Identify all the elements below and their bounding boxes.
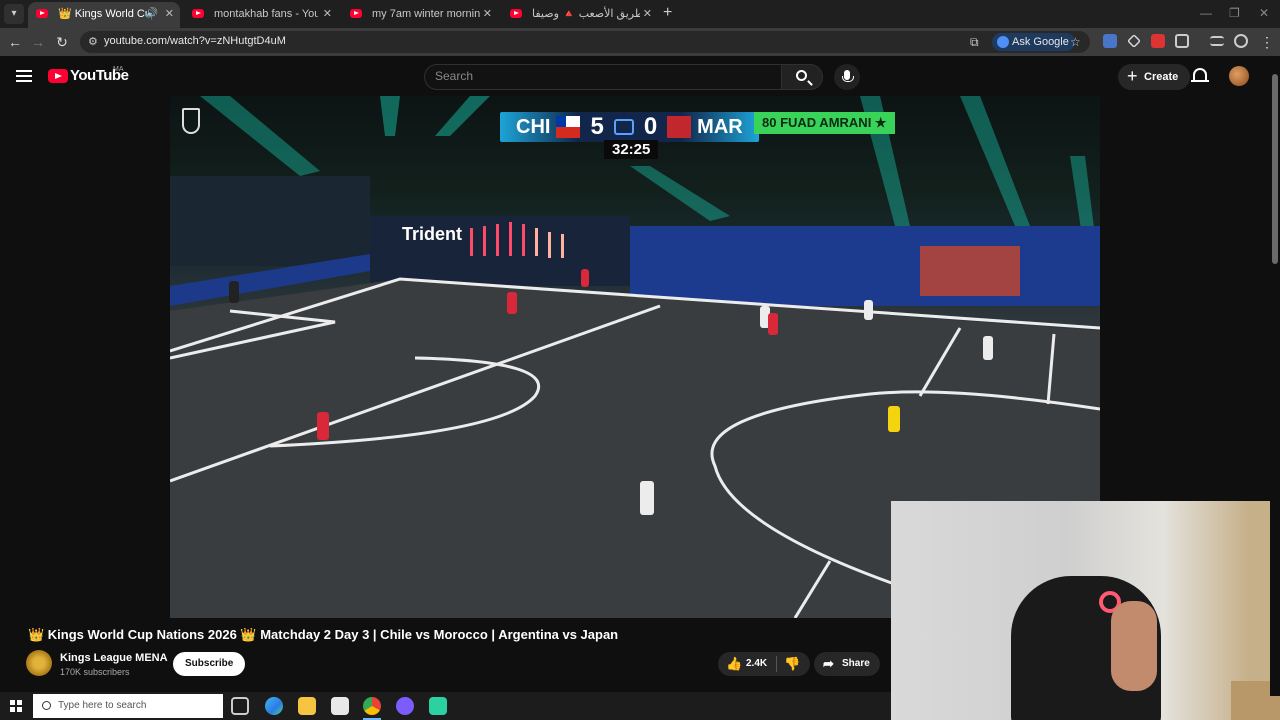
hamburger-menu-icon[interactable] [16, 70, 32, 82]
new-tab-button[interactable]: + [663, 4, 672, 22]
home-team: CHI [516, 115, 551, 138]
scoreboard: CHI 5 0 MAR [500, 112, 759, 142]
away-team: MAR [697, 115, 743, 138]
bookmark-star-icon[interactable]: ☆ [1070, 35, 1081, 49]
like-button[interactable]: 👍 2.4K [726, 652, 767, 676]
youtube-logo-icon[interactable] [48, 69, 68, 83]
ask-google-button[interactable]: Ask Google [992, 33, 1075, 51]
kings-league-logo-icon [182, 108, 200, 134]
browser-tab-strip: ▾ 👑 Kings World Cup Nation 🔊 ✕ montakhab… [0, 0, 1280, 28]
webcam-overlay [891, 501, 1280, 720]
notifications-bell-icon[interactable] [1191, 68, 1209, 82]
windows-start-icon[interactable] [10, 700, 22, 712]
morocco-flag-icon [667, 116, 692, 138]
like-dislike-group: 👍 2.4K 👎 [718, 652, 810, 676]
search-input[interactable] [435, 69, 765, 83]
profile-icon[interactable] [1234, 34, 1248, 48]
chrome-menu-icon[interactable]: ⋮ [1258, 33, 1276, 51]
reload-icon[interactable]: ↻ [53, 33, 71, 51]
away-score: 0 [643, 113, 658, 140]
windows-taskbar: Type here to search [0, 692, 891, 720]
discord-icon[interactable] [396, 697, 414, 715]
forward-arrow-icon[interactable]: → [29, 33, 47, 51]
browser-toolbar: ← → ↻ ⚙ youtube.com/watch?v=zNHutgtD4uM … [0, 28, 1280, 56]
tab-search-menu-icon[interactable]: ▾ [4, 4, 24, 24]
window-close-icon[interactable]: ✕ [1259, 6, 1269, 20]
taskbar-search-box[interactable]: Type here to search [33, 694, 223, 718]
create-button[interactable]: Create [1118, 63, 1191, 90]
cast-icon[interactable]: ⧉ [970, 35, 979, 50]
search-icon [796, 70, 807, 81]
youtube-favicon-icon [510, 9, 522, 18]
tab-close-icon[interactable]: ✕ [483, 2, 492, 26]
country-code: MA [113, 66, 124, 73]
youtube-header: YouTube MA Create [0, 56, 1280, 96]
like-divider [776, 656, 777, 672]
tab-title: بداية الطريق الأصعب 🔺 وصيفا [532, 8, 640, 20]
file-explorer-icon[interactable] [298, 697, 316, 715]
share-arrow-icon: ➦ [823, 656, 834, 671]
brand-board-text: Trident [402, 224, 463, 244]
chrome-browser-icon[interactable] [363, 697, 381, 715]
game-app-icon[interactable] [429, 697, 447, 715]
minimize-icon[interactable]: — [1200, 6, 1212, 20]
subscriber-count: 170K subscribers [60, 667, 130, 677]
tab-title: 👑 Kings World Cup Nation [58, 8, 152, 20]
task-view-icon[interactable] [231, 697, 249, 715]
address-bar[interactable]: ⚙ youtube.com/watch?v=zNHutgtD4uM ⧉ Ask … [80, 31, 1090, 53]
reading-list-icon[interactable] [1210, 36, 1224, 46]
youtube-favicon-icon [36, 9, 48, 18]
league-emblem-icon [613, 119, 634, 135]
youtube-favicon-icon [350, 9, 362, 18]
tab-audio-icon[interactable]: 🔊 [146, 2, 158, 26]
tab-close-icon[interactable]: ✕ [165, 2, 174, 26]
streamer-hand [1111, 601, 1157, 691]
tab-title: montakhab fans - YouTube [214, 8, 318, 20]
youtube-favicon-icon [192, 9, 204, 18]
share-button[interactable]: ➦ Share [814, 652, 880, 676]
tab-montakhab-fans[interactable]: montakhab fans - YouTube ✕ [184, 2, 338, 28]
video-title: 👑 Kings World Cup Nations 2026 👑 Matchda… [28, 627, 619, 642]
channel-name[interactable]: Kings League MENA [60, 652, 168, 664]
microphone-icon [842, 70, 854, 82]
maximize-icon[interactable]: ❐ [1229, 6, 1240, 20]
back-arrow-icon[interactable]: ← [6, 33, 24, 51]
dislike-button[interactable]: 👎 [784, 657, 800, 671]
tab-arabic-video[interactable]: بداية الطريق الأصعب 🔺 وصيفا ✕ [502, 2, 658, 28]
tab-morning-routine[interactable]: my 7am winter morning routin ✕ [342, 2, 498, 28]
match-clock: 32:25 [604, 140, 659, 159]
subscribe-button[interactable]: Subscribe [173, 652, 246, 676]
event-banner: 80 FUAD AMRANI ★ [754, 112, 895, 134]
voice-search-button[interactable] [834, 64, 860, 90]
channel-avatar[interactable] [26, 650, 52, 676]
site-info-icon[interactable]: ⚙ [88, 35, 102, 49]
extensions-puzzle-icon[interactable] [1175, 34, 1189, 48]
user-avatar[interactable] [1229, 66, 1249, 86]
page-scrollbar[interactable] [1270, 56, 1280, 696]
edge-browser-icon[interactable] [265, 697, 283, 715]
translate-extension-icon[interactable] [1103, 34, 1117, 48]
search-button[interactable] [781, 64, 823, 90]
extension-red-icon[interactable] [1151, 34, 1165, 48]
scrollbar-thumb[interactable] [1272, 74, 1278, 264]
url-text[interactable]: youtube.com/watch?v=zNHutgtD4uM [104, 35, 286, 47]
search-box[interactable] [424, 64, 782, 90]
home-score: 5 [590, 113, 604, 140]
chile-flag-icon [556, 116, 581, 138]
like-count: 2.4K [746, 658, 768, 669]
extension-diamond-icon[interactable] [1127, 34, 1141, 48]
share-label: Share [842, 658, 870, 669]
tab-close-icon[interactable]: ✕ [323, 2, 332, 26]
store-icon[interactable] [331, 697, 349, 715]
tab-kings-world-cup[interactable]: 👑 Kings World Cup Nation 🔊 ✕ [28, 2, 180, 28]
tab-close-icon[interactable]: ✕ [643, 2, 652, 26]
tab-title: my 7am winter morning routin [372, 8, 480, 20]
thumbs-up-icon: 👍 [726, 656, 743, 671]
